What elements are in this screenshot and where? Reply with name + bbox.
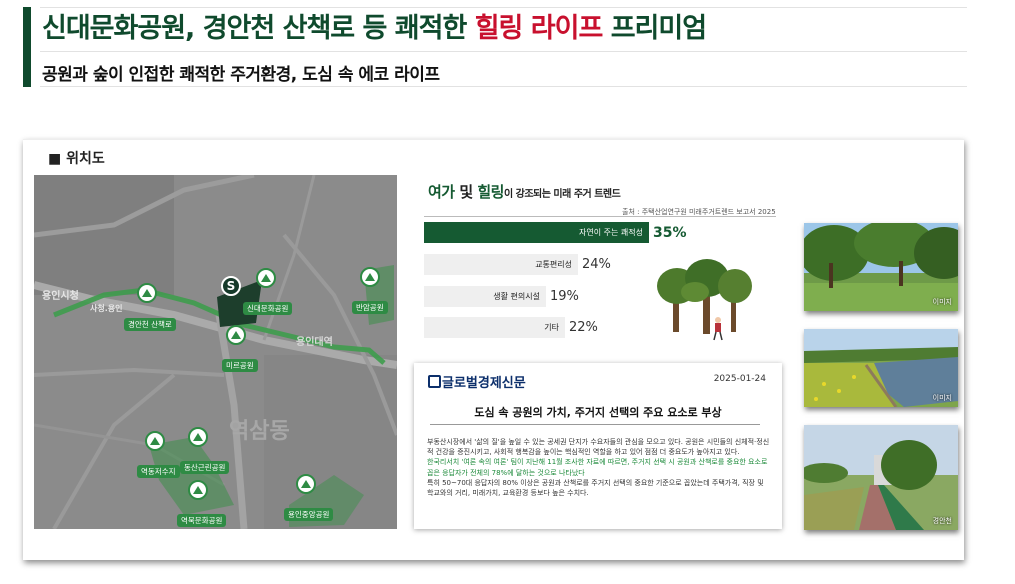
trend-bar-value: 19% <box>550 289 579 304</box>
page-subtitle: 공원과 숲이 인접한 쾌적한 주거환경, 도심 속 에코 라이프 <box>42 65 440 85</box>
trend-bar: 생활 편의시설 <box>424 286 546 307</box>
park-pin-icon[interactable] <box>256 268 276 288</box>
news-card: 글로벌경제신문 2025-01-24 도심 속 공원의 가치, 주거지 선택의 … <box>414 363 782 529</box>
news-logo: 글로벌경제신문 <box>428 372 526 391</box>
trend-title: 여가 및 힐링이 강조되는 미래 주거 트렌드 <box>428 183 621 201</box>
pin-label-banam: 반암공원 <box>352 301 388 314</box>
pin-label-gyeongancheon: 경안천 산책로 <box>124 318 176 331</box>
map-label-yongin-cityhall: 용인시청 <box>42 291 79 302</box>
map-label-univ-station: 용인대역 <box>296 337 333 348</box>
trend-bar-value: 24% <box>582 257 611 272</box>
trend-bar-value: 35% <box>653 225 687 241</box>
map-title: ■ 위치도 <box>48 151 105 167</box>
trend-bar: 기타 <box>424 317 565 338</box>
park-pin-icon[interactable] <box>137 283 157 303</box>
park-pin-icon[interactable] <box>226 325 246 345</box>
map-roads <box>34 175 397 529</box>
news-divider <box>430 424 760 425</box>
park-pin-icon[interactable] <box>188 427 208 447</box>
park-pin-icon[interactable] <box>188 480 208 500</box>
header-bottom-rule <box>40 86 967 87</box>
trend-bar-value: 22% <box>569 320 598 335</box>
trend-bar: 자연이 주는 쾌적성 <box>424 222 649 243</box>
photo-park: 이미지 <box>804 223 958 311</box>
photo-lake: 이미지 <box>804 329 958 407</box>
news-logo-icon <box>428 375 441 388</box>
park-pin-icon[interactable] <box>145 431 165 451</box>
pin-label-central: 용인중앙공원 <box>284 508 334 521</box>
site-marker[interactable]: S <box>221 276 241 296</box>
pin-label-mir: 미르공원 <box>222 359 258 372</box>
trees-illustration-icon <box>657 259 752 341</box>
trend-bar: 교통편리성 <box>424 254 578 275</box>
news-date: 2025-01-24 <box>713 374 766 384</box>
news-paragraph: 부동산시장에서 '삶의 질'을 높일 수 있는 공세권 단지가 수요자들의 관심… <box>427 438 770 457</box>
map-label-station: 사청.용인 <box>90 304 123 313</box>
photo-caption: 이미지 <box>932 394 952 402</box>
news-paragraph-highlight: 한국리서치 '여론 속의 여론' 팀이 지난해 11월 조사한 자료에 따르면,… <box>427 458 768 477</box>
location-map: 용인시청 사청.용인 용인대역 역삼동 S 경안천 산책로 신대문화공원 미르공… <box>34 175 397 529</box>
header-accent-bar <box>23 7 31 87</box>
pin-label-yeokbuk: 역북문화공원 <box>177 514 227 527</box>
park-pin-icon[interactable] <box>360 267 380 287</box>
trend-divider <box>424 216 776 217</box>
map-label-yeoksam: 역삼동 <box>229 419 290 444</box>
news-paragraph: 특히 50~70대 응답자의 80% 이상은 공원과 산책로를 주거지 선택의 … <box>427 478 764 498</box>
pin-label-yeokdong: 역동저수지 <box>137 465 180 478</box>
news-headline: 도심 속 공원의 가치, 주거지 선택의 주요 요소로 부상 <box>474 406 722 419</box>
pin-label-sindae: 신대문화공원 <box>243 302 293 315</box>
title-highlight: 힐링 라이프 <box>474 13 604 44</box>
park-pin-icon[interactable] <box>296 474 316 494</box>
news-body: 부동산시장에서 '삶의 질'을 높일 수 있는 공세권 단지가 수요자들의 관심… <box>427 437 772 498</box>
photo-trail: 경안천 <box>804 425 958 530</box>
page-title: 신대문화공원, 경안천 산책로 등 쾌적한 힐링 라이프 프리미엄 <box>42 13 707 44</box>
header-mid-rule <box>40 51 967 52</box>
photo-caption: 이미지 <box>932 298 952 306</box>
photo-caption: 경안천 <box>932 517 952 525</box>
pin-label-dongsan: 동산근린공원 <box>180 461 230 474</box>
